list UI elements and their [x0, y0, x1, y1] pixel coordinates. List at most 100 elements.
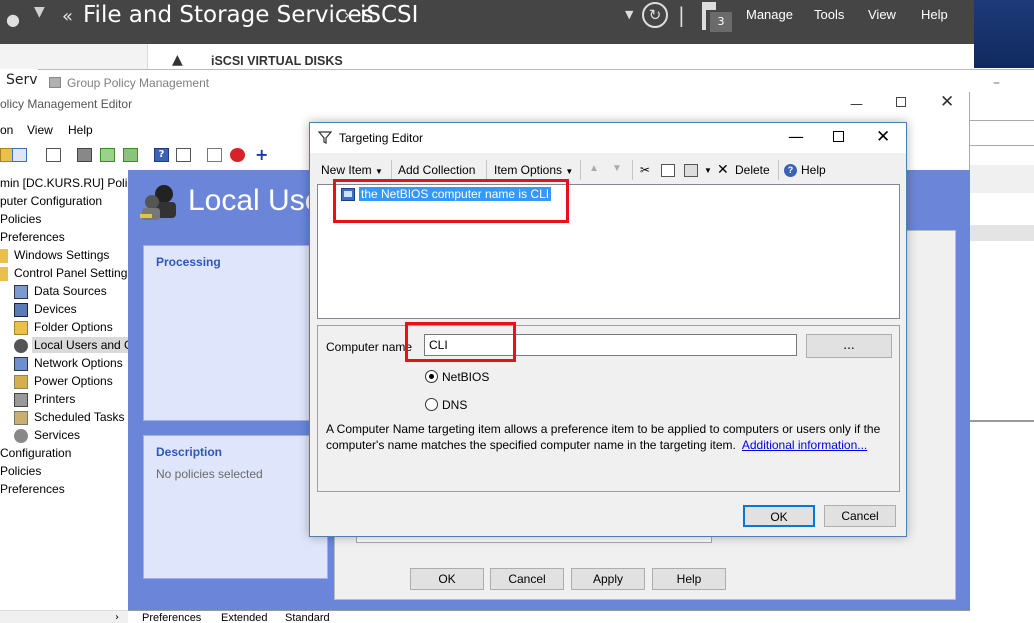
maximize-icon[interactable] [833, 131, 844, 142]
tree-item-local-users[interactable]: Local Users and Groups [32, 337, 128, 353]
tree-item-computer-config[interactable]: puter Configuration [0, 194, 102, 208]
tree-item-gpo-root[interactable]: min [DC.KURS.RU] Policy [0, 176, 128, 190]
add-icon[interactable]: + [255, 145, 268, 164]
tree-item-control-panel[interactable]: Control Panel Settings [14, 266, 128, 280]
divider [970, 145, 1034, 146]
paste-dropdown-icon[interactable]: ▼ [704, 166, 712, 175]
breadcrumb-iscsi[interactable]: iSCSI [360, 2, 418, 28]
maximize-icon[interactable] [896, 97, 906, 107]
filter-icon [317, 130, 333, 147]
stop-icon[interactable] [230, 148, 245, 162]
close-icon[interactable]: ✕ [940, 92, 954, 112]
description-label: Description [156, 445, 223, 459]
tab-preferences[interactable]: Preferences [142, 612, 201, 623]
back-forward-icon[interactable]: ● [6, 10, 20, 29]
tree-item-power-options[interactable]: Power Options [34, 374, 113, 388]
radio-netbios[interactable] [425, 370, 438, 383]
processing-card: Processing [143, 245, 320, 421]
tab-standard[interactable]: Standard [285, 612, 330, 623]
gpm-close-icon[interactable]: – [993, 75, 1000, 91]
description-card: Description No policies selected [143, 435, 328, 579]
menu-view[interactable]: View [868, 7, 896, 22]
tree-item-scheduled-tasks[interactable]: Scheduled Tasks [34, 410, 125, 424]
props-ok-button[interactable]: OK [410, 568, 484, 590]
breadcrumb-file-storage[interactable]: File and Storage Services [83, 2, 374, 28]
help-icon[interactable]: ? [784, 164, 797, 177]
tab-scroll-icon[interactable]: › [115, 612, 119, 623]
notifications-flag-icon[interactable] [702, 2, 716, 30]
gpm-app-icon [49, 77, 61, 88]
new-item-icon[interactable] [207, 148, 222, 162]
close-icon[interactable]: ✕ [876, 127, 890, 147]
tree-item-user-config[interactable]: Configuration [0, 446, 71, 460]
props-apply-button[interactable]: Apply [571, 568, 645, 590]
toolbar-separator [580, 160, 581, 180]
scheduled-tasks-icon [14, 411, 28, 425]
move-down-icon[interactable]: ▼ [612, 163, 622, 174]
tree-item-policies[interactable]: Policies [0, 212, 41, 226]
export-icon[interactable] [123, 148, 138, 162]
props-help-button[interactable]: Help [652, 568, 726, 590]
menu-manage[interactable]: Manage [746, 7, 793, 22]
ok-button[interactable]: OK [743, 505, 815, 527]
additional-information-link[interactable]: Additional information... [742, 438, 867, 452]
properties-icon[interactable] [46, 148, 61, 162]
menu-tools[interactable]: Tools [814, 7, 844, 22]
devices-icon [14, 303, 28, 317]
tab-extended[interactable]: Extended [221, 612, 267, 623]
cut-icon[interactable]: ✂ [640, 163, 650, 177]
new-item-menu[interactable]: New Item ▼ [321, 163, 383, 177]
tree-horizontal-scrollbar[interactable] [0, 610, 128, 623]
tree-item-data-sources[interactable]: Data Sources [34, 284, 107, 298]
list-view-icon[interactable] [176, 148, 191, 162]
props-cancel-button[interactable]: Cancel [490, 568, 564, 590]
refresh-icon[interactable]: ↻ [642, 2, 668, 28]
highlight-box-computer-name [405, 322, 516, 362]
breadcrumb-dropdown-icon[interactable]: ▼ [625, 8, 633, 21]
delete-button[interactable]: Delete [735, 163, 770, 177]
radio-dns[interactable] [425, 398, 438, 411]
server-manager-header: ● ▼ « File and Storage Services › iSCSI … [0, 0, 974, 44]
targeting-editor-title: Targeting Editor [339, 131, 424, 145]
tree-item-services[interactable]: Services [34, 428, 80, 442]
folder-options-icon [14, 321, 28, 335]
paste-icon[interactable] [684, 164, 698, 177]
help-icon[interactable]: ? [154, 148, 169, 162]
add-collection-button[interactable]: Add Collection [398, 163, 475, 177]
tree-item-folder-options[interactable]: Folder Options [34, 320, 113, 334]
divider: | [678, 3, 685, 27]
tree-item-devices[interactable]: Devices [34, 302, 77, 316]
pane-edge [958, 230, 970, 610]
delete-icon[interactable]: ✕ [717, 161, 729, 178]
tree-item-windows-settings[interactable]: Windows Settings [14, 248, 109, 262]
show-hide-tree-icon[interactable] [12, 148, 27, 162]
minimize-icon[interactable]: — [788, 127, 804, 146]
folder-icon [0, 249, 8, 263]
menu-view[interactable]: View [27, 123, 53, 137]
refresh-icon[interactable] [100, 148, 115, 162]
tree-item-user-preferences[interactable]: Preferences [0, 482, 65, 496]
tree-item-preferences[interactable]: Preferences [0, 230, 65, 244]
move-up-icon[interactable]: ▲ [589, 163, 599, 174]
item-options-menu[interactable]: Item Options ▼ [494, 163, 573, 177]
menu-help[interactable]: Help [921, 7, 948, 22]
help-button[interactable]: Help [801, 163, 826, 177]
network-options-icon [14, 357, 28, 371]
menu-help[interactable]: Help [68, 123, 93, 137]
tree-item-user-policies[interactable]: Policies [0, 464, 41, 478]
local-users-groups-icon [138, 180, 182, 224]
print-icon[interactable] [77, 148, 92, 162]
nav-dropdown-icon[interactable]: ▼ [34, 4, 45, 20]
divider [970, 420, 1034, 422]
tree-item-printers[interactable]: Printers [34, 392, 75, 406]
minimize-icon[interactable]: — [850, 97, 863, 112]
menu-action[interactable]: on [0, 123, 13, 137]
copy-icon[interactable] [661, 164, 675, 177]
collapse-icon[interactable]: ▲ [172, 52, 183, 68]
processing-label: Processing [156, 255, 221, 269]
description-text: No policies selected [156, 467, 263, 481]
cancel-button[interactable]: Cancel [824, 505, 896, 527]
highlight-box-targeting-item [333, 179, 569, 223]
browse-button[interactable]: ... [806, 334, 892, 358]
tree-item-network-options[interactable]: Network Options [34, 356, 123, 370]
